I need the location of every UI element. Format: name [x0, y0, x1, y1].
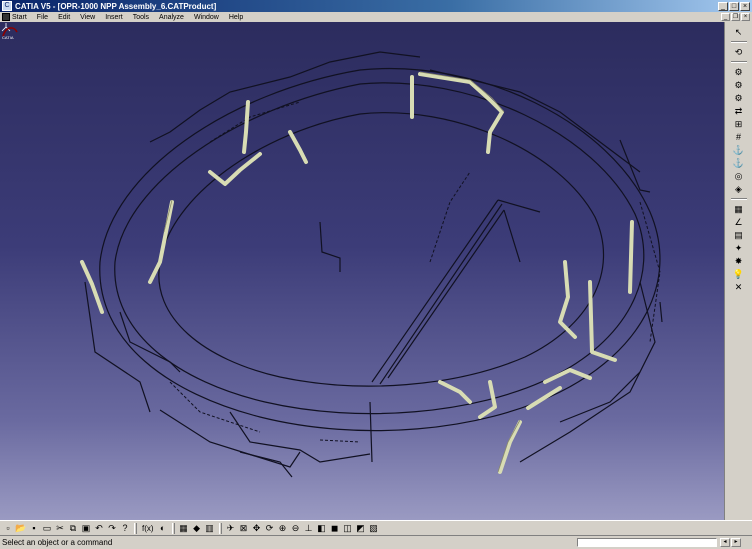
constraint-icon[interactable]: ⚓ — [732, 144, 746, 156]
menu-help[interactable]: Help — [224, 14, 248, 21]
fit-all-icon[interactable]: ⊠ — [238, 522, 250, 534]
doc-restore-icon[interactable]: ❐ — [731, 13, 740, 21]
plant-model-drawing[interactable] — [0, 22, 724, 520]
normal-view2-icon[interactable]: ▧ — [368, 522, 380, 534]
pipe-outlines — [163, 71, 521, 473]
clash-icon[interactable]: ✸ — [732, 255, 746, 267]
rotate-icon[interactable]: ⟳ — [264, 522, 276, 534]
doc-minimize-icon[interactable]: _ — [721, 13, 730, 21]
window-controls: _ □ × — [718, 1, 752, 11]
menu-view[interactable]: View — [75, 14, 100, 21]
offset-icon[interactable]: ▦ — [732, 203, 746, 215]
open-icon[interactable]: 📂 — [15, 522, 27, 534]
3d-viewport[interactable]: CATIA — [0, 22, 724, 520]
redo-icon[interactable]: ↷ — [106, 522, 118, 534]
menu-window[interactable]: Window — [189, 14, 224, 21]
menu-bar: Start File Edit View Insert Tools Analyz… — [0, 12, 752, 22]
coincidence-icon[interactable]: ◎ — [732, 170, 746, 182]
angle-icon[interactable]: ∠ — [732, 216, 746, 228]
fx-formula-icon[interactable]: f(x) — [140, 524, 156, 533]
bottom-toolbar: ▫ 📂 ▪ ▭ ✂ ⧉ ▣ ↶ ↷ ? f(x) ◐ ▦ ◆ ▥ ✈ ⊠ ✥ ⟳… — [0, 520, 752, 535]
update-icon[interactable]: ✕ — [732, 281, 746, 293]
material-icon[interactable]: ◆ — [191, 522, 203, 534]
status-bar: Select an object or a command ◂ ▸ — [0, 535, 752, 549]
menu-analyze[interactable]: Analyze — [154, 14, 189, 21]
status-message: Select an object or a command — [2, 538, 113, 547]
new-component-icon[interactable]: ⚙ — [732, 79, 746, 91]
minimize-icon[interactable]: _ — [718, 1, 728, 11]
swap-visible-icon[interactable]: ◩ — [355, 522, 367, 534]
ring-structure — [84, 51, 663, 478]
new-icon[interactable]: ▫ — [2, 522, 14, 534]
product-icon[interactable]: ⚙ — [732, 66, 746, 78]
explode-icon[interactable]: ✦ — [732, 242, 746, 254]
toolbar-grip — [171, 522, 175, 534]
undo-icon[interactable]: ↶ — [93, 522, 105, 534]
contact-icon[interactable]: ◈ — [732, 183, 746, 195]
normal-view-icon[interactable]: ⊥ — [303, 522, 315, 534]
menu-insert[interactable]: Insert — [100, 14, 128, 21]
pan-icon[interactable]: ✥ — [251, 522, 263, 534]
catia-app-icon[interactable]: C — [2, 1, 12, 11]
document-controls: _ ❐ × — [721, 13, 752, 21]
catia-window: C CATIA V5 - [OPR-1000 NPP Assembly_6.CA… — [0, 0, 752, 549]
right-toolbar: ↖ ⟲ ⚙ ⚙ ⚙ ⇄ ⊞ # ⚓ ⚓ ◎ ◈ ▦ ∠ ▤ ✦ ✸ 💡 ✕ — [724, 22, 752, 520]
command-buttons: ◂ ▸ — [720, 538, 741, 547]
generate-numbering-icon[interactable]: # — [732, 131, 746, 143]
existing-component-icon[interactable]: ⚙ — [732, 92, 746, 104]
fly-mode-icon[interactable]: ✈ — [225, 522, 237, 534]
command-prev-icon[interactable]: ◂ — [720, 538, 730, 547]
svg-text:CATIA: CATIA — [2, 35, 14, 40]
doc-close-icon[interactable]: × — [741, 13, 750, 21]
catia-logo-icon: CATIA — [2, 27, 18, 40]
compass-icon[interactable]: ⟲ — [732, 46, 746, 58]
print-icon[interactable]: ▭ — [41, 522, 53, 534]
graph-tree-icon[interactable]: ⊞ — [732, 118, 746, 130]
cut-icon[interactable]: ✂ — [54, 522, 66, 534]
zoom-out-icon[interactable]: ⊖ — [290, 522, 302, 534]
menu-edit[interactable]: Edit — [53, 14, 75, 21]
save-icon[interactable]: ▪ — [28, 522, 40, 534]
whats-this-icon[interactable]: ? — [119, 522, 131, 534]
start-icon — [2, 13, 10, 21]
knowledge-icon[interactable]: ◐ — [157, 522, 169, 534]
select-arrow-icon[interactable]: ↖ — [732, 26, 746, 38]
maximize-icon[interactable]: □ — [729, 1, 739, 11]
toolbar-separator — [730, 41, 747, 43]
title-bar: C CATIA V5 - [OPR-1000 NPP Assembly_6.CA… — [0, 0, 752, 12]
snap-icon[interactable]: ▤ — [732, 229, 746, 241]
copy-icon[interactable]: ⧉ — [67, 522, 79, 534]
window-title: CATIA V5 - [OPR-1000 NPP Assembly_6.CATP… — [15, 1, 217, 11]
catalog-icon[interactable]: ▦ — [178, 522, 190, 534]
light-bulb-icon[interactable]: 💡 — [732, 268, 746, 280]
toolbar-separator — [730, 61, 747, 63]
iso-view-icon[interactable]: ◧ — [316, 522, 328, 534]
command-next-icon[interactable]: ▸ — [731, 538, 741, 547]
menu-tools[interactable]: Tools — [128, 14, 154, 21]
toolbar-grip — [218, 522, 222, 534]
menu-start-label: Start — [12, 13, 27, 21]
command-input[interactable] — [577, 538, 717, 547]
close-icon[interactable]: × — [740, 1, 750, 11]
toolbar-grip — [134, 522, 137, 534]
fix-icon[interactable]: ⚓ — [732, 157, 746, 169]
paste-icon[interactable]: ▣ — [80, 522, 92, 534]
replace-icon[interactable]: ⇄ — [732, 105, 746, 117]
zoom-in-icon[interactable]: ⊕ — [277, 522, 289, 534]
shading-icon[interactable]: ◼ — [329, 522, 341, 534]
hide-show-icon[interactable]: ▥ — [204, 522, 216, 534]
menu-start[interactable]: Start — [0, 13, 32, 21]
toolbar-separator — [730, 198, 747, 200]
hide-icon[interactable]: ◫ — [342, 522, 354, 534]
menu-file[interactable]: File — [32, 14, 53, 21]
